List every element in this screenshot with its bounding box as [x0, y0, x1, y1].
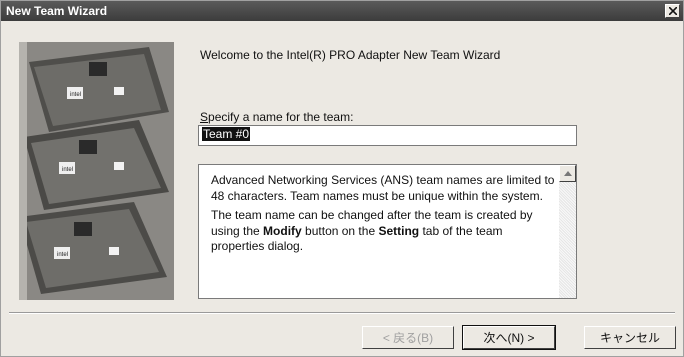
close-button[interactable] — [665, 4, 680, 18]
arrow-up-icon — [564, 171, 572, 176]
info-text: Advanced Networking Services (ANS) team … — [211, 173, 555, 259]
wizard-window: New Team Wizard intel intel intel Welcom… — [0, 0, 684, 357]
cancel-button[interactable]: キャンセル — [584, 326, 676, 349]
svg-text:intel: intel — [57, 252, 68, 258]
back-button[interactable]: < 戻る(B) — [362, 326, 454, 349]
title-bar[interactable]: New Team Wizard — [1, 1, 683, 21]
wizard-side-image: intel intel intel — [19, 42, 174, 300]
close-icon — [669, 7, 677, 15]
divider — [9, 313, 675, 314]
info-text-box[interactable]: Advanced Networking Services (ANS) team … — [198, 164, 577, 299]
team-name-value: Team #0 — [202, 127, 251, 141]
info-scrollbar[interactable] — [559, 165, 576, 298]
next-button[interactable]: 次へ(N) > — [462, 325, 556, 350]
team-name-field[interactable]: Team #0 — [198, 125, 577, 146]
svg-text:intel: intel — [62, 167, 73, 173]
svg-text:intel: intel — [70, 92, 81, 98]
scroll-up-button[interactable] — [559, 165, 576, 182]
window-title: New Team Wizard — [6, 4, 108, 18]
team-name-label: Specify a name for the team: — [200, 110, 354, 124]
info-paragraph-2: The team name can be changed after the t… — [211, 208, 533, 253]
wizard-heading: Welcome to the Intel(R) PRO Adapter New … — [200, 48, 501, 62]
info-paragraph-1: Advanced Networking Services (ANS) team … — [211, 173, 555, 203]
